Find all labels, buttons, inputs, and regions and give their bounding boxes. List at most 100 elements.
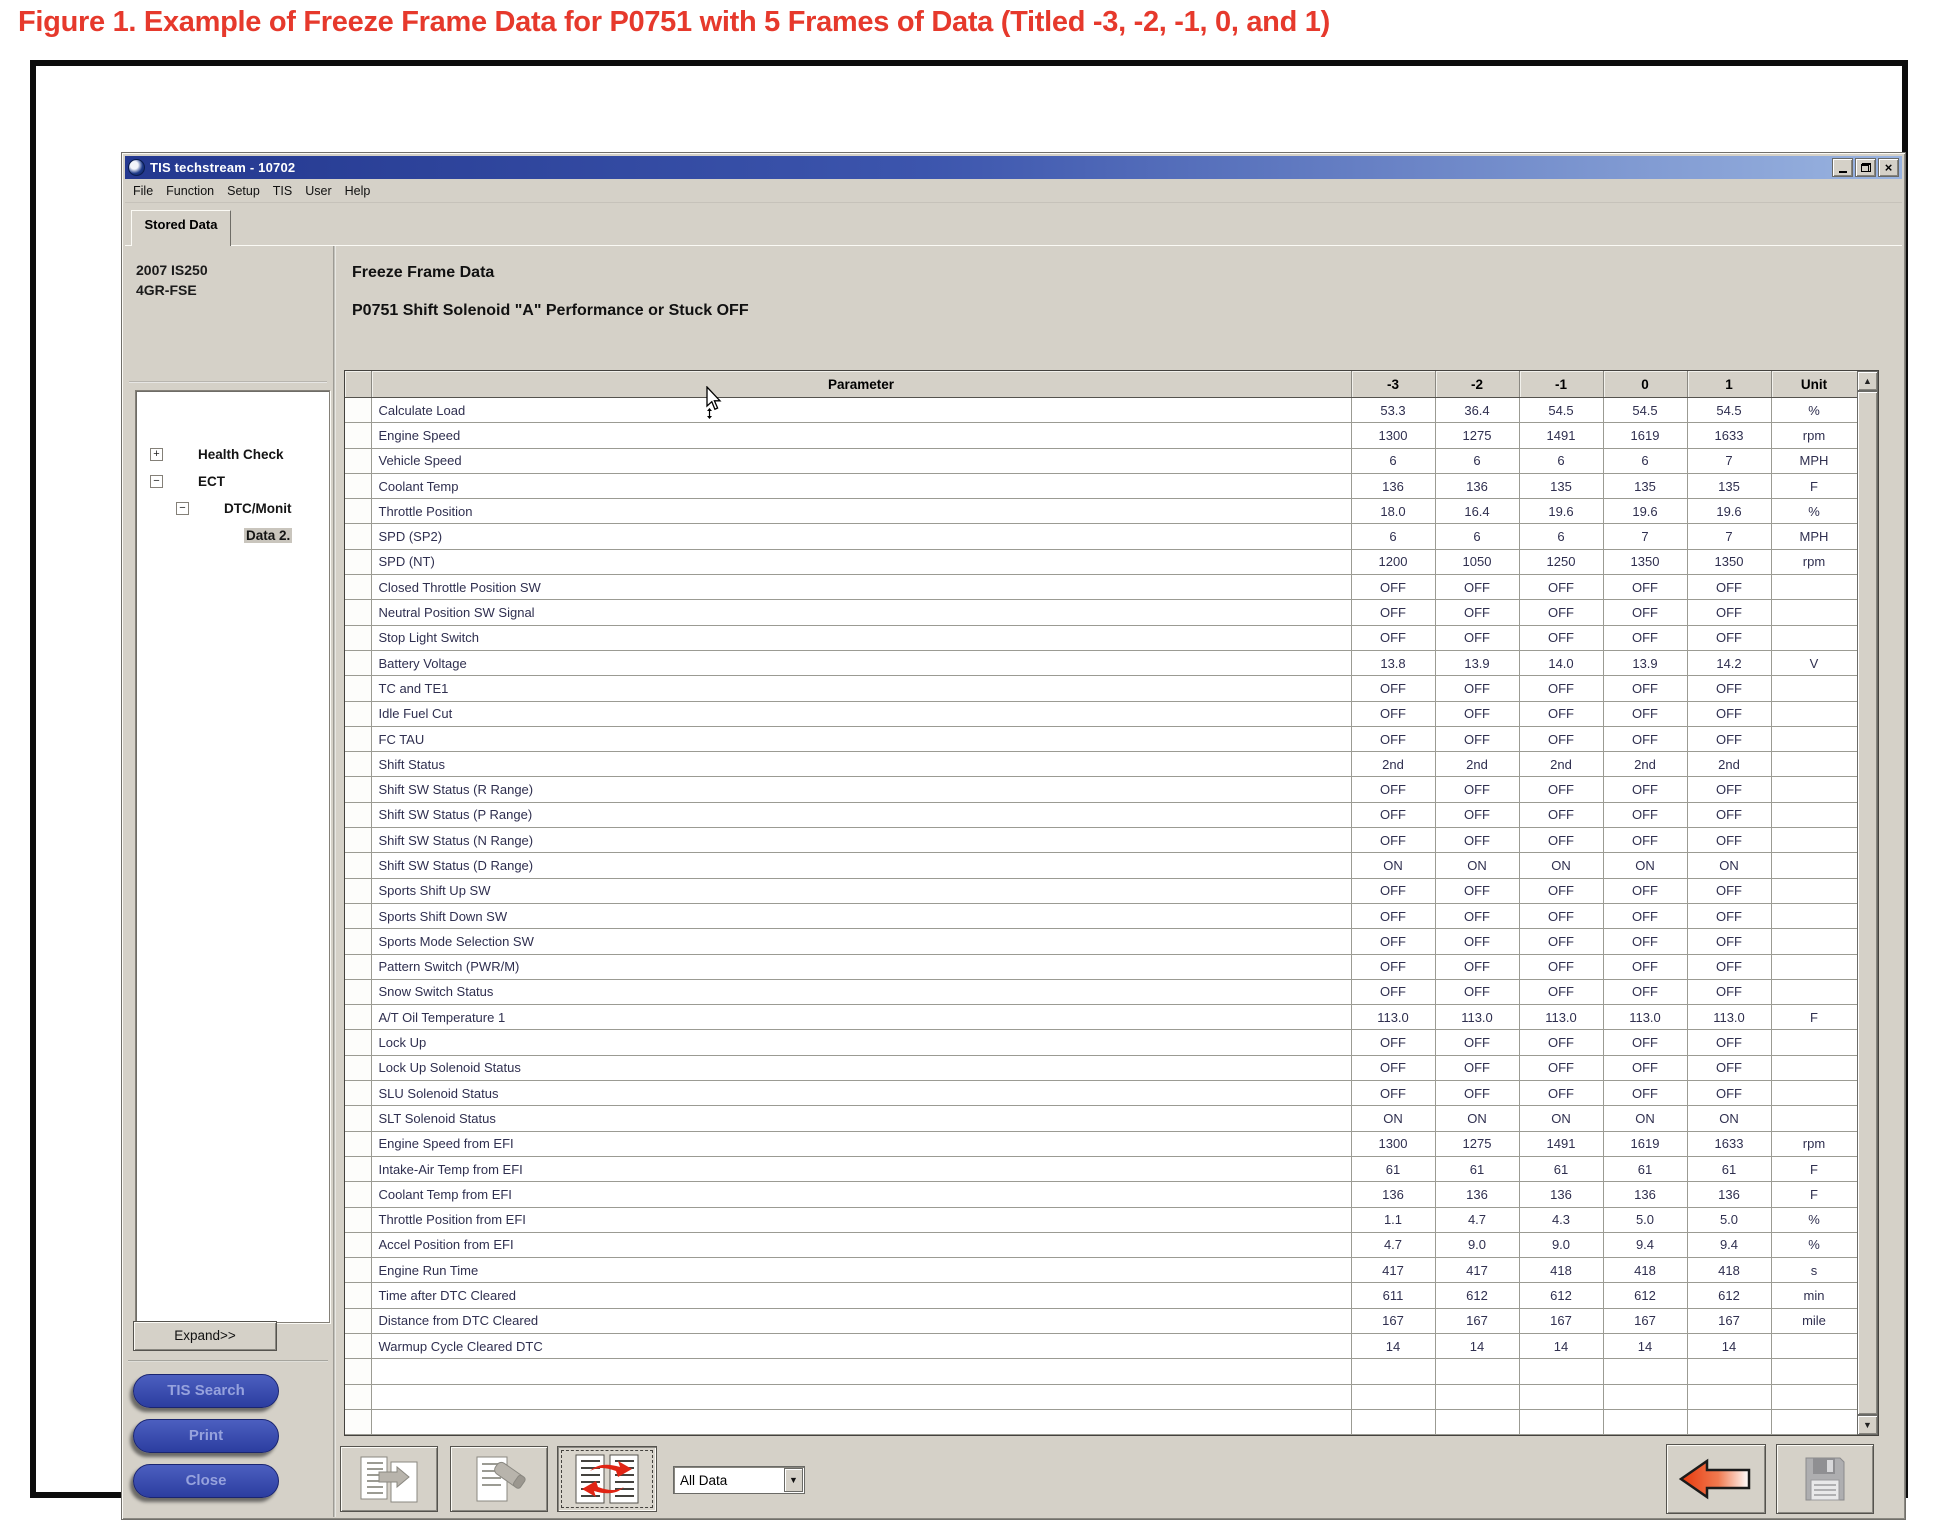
tree-item-health-check[interactable]: +Health Check (136, 443, 329, 470)
table-row: FC TAUOFFOFFOFFOFFOFF (345, 726, 1857, 751)
value-cell: 1491 (1519, 1131, 1603, 1156)
table-row: Shift SW Status (P Range)OFFOFFOFFOFFOFF (345, 802, 1857, 827)
tree-item-ect[interactable]: −ECT (136, 470, 329, 497)
expand-icon[interactable]: + (150, 448, 163, 461)
row-header-cell (345, 398, 371, 423)
value-cell: OFF (1687, 979, 1771, 1004)
value-cell: OFF (1603, 929, 1687, 954)
value-cell (1687, 1359, 1771, 1384)
capture-data-button[interactable] (450, 1446, 548, 1512)
empty-row (345, 1409, 1857, 1434)
value-cell: 19.6 (1687, 499, 1771, 524)
value-cell: OFF (1687, 954, 1771, 979)
collapse-icon[interactable]: − (176, 502, 189, 515)
parameter-cell: SLT Solenoid Status (371, 1106, 1351, 1131)
title-bar[interactable]: TIS techstream - 10702 × (125, 156, 1902, 179)
refresh-icon (572, 1453, 642, 1505)
parameter-cell: Vehicle Speed (371, 448, 1351, 473)
parameter-cell: Closed Throttle Position SW (371, 575, 1351, 600)
value-cell (1435, 1409, 1519, 1434)
table-row: Engine Run Time417417418418418s (345, 1258, 1857, 1283)
unit-cell (1771, 1030, 1857, 1055)
value-cell: 1350 (1687, 549, 1771, 574)
value-cell: 167 (1435, 1308, 1519, 1333)
value-cell: ON (1687, 1106, 1771, 1131)
back-button[interactable] (1666, 1444, 1766, 1514)
table-row: Lock Up Solenoid StatusOFFOFFOFFOFFOFF (345, 1055, 1857, 1080)
tab-stored-data[interactable]: Stored Data (131, 210, 231, 246)
close-button[interactable]: × (1878, 158, 1899, 177)
value-cell: 14.2 (1687, 650, 1771, 675)
table-row: Intake-Air Temp from EFI6161616161F (345, 1156, 1857, 1181)
value-cell: 13.9 (1603, 650, 1687, 675)
collapse-icon[interactable]: − (150, 475, 163, 488)
close-icon: × (1885, 161, 1893, 174)
value-cell: OFF (1435, 1081, 1519, 1106)
menu-item-setup[interactable]: Setup (227, 184, 260, 198)
value-cell: ON (1351, 853, 1435, 878)
scroll-down-button[interactable]: ▼ (1857, 1415, 1878, 1435)
value-cell: OFF (1687, 575, 1771, 600)
copy-data-button[interactable] (340, 1446, 438, 1512)
value-cell: OFF (1435, 878, 1519, 903)
refresh-data-button[interactable] (557, 1446, 657, 1512)
row-header-cell (345, 1005, 371, 1030)
expand-button[interactable]: Expand>> (133, 1321, 277, 1351)
value-cell: 1491 (1519, 423, 1603, 448)
value-cell: OFF (1603, 1081, 1687, 1106)
row-header-cell (345, 929, 371, 954)
restore-button[interactable] (1855, 158, 1876, 177)
unit-cell (1771, 575, 1857, 600)
menu-item-help[interactable]: Help (345, 184, 371, 198)
value-cell: 7 (1603, 524, 1687, 549)
scroll-up-button[interactable]: ▲ (1857, 371, 1878, 391)
window-title: TIS techstream - 10702 (150, 160, 295, 175)
value-cell (1519, 1384, 1603, 1409)
save-button[interactable] (1776, 1444, 1874, 1514)
value-cell: ON (1519, 853, 1603, 878)
row-header-cell (345, 1055, 371, 1080)
tree-item-data-2[interactable]: Data 2. (136, 524, 329, 551)
value-cell: ON (1603, 853, 1687, 878)
table-row: Throttle Position from EFI1.14.74.35.05.… (345, 1207, 1857, 1232)
row-header-cell (345, 499, 371, 524)
value-cell: 167 (1687, 1308, 1771, 1333)
vertical-scrollbar[interactable]: ▲ ▼ (1857, 371, 1878, 1435)
parameter-cell: Shift SW Status (D Range) (371, 853, 1351, 878)
value-cell (1687, 1409, 1771, 1434)
unit-cell (1771, 1409, 1857, 1434)
empty-row (345, 1359, 1857, 1384)
figure-caption: Figure 1. Example of Freeze Frame Data f… (18, 6, 1330, 39)
value-cell: 5.0 (1603, 1207, 1687, 1232)
value-cell: OFF (1603, 802, 1687, 827)
app-icon (128, 159, 145, 176)
chevron-down-icon[interactable]: ▼ (784, 1468, 803, 1492)
scroll-thumb[interactable] (1857, 391, 1878, 1415)
value-cell: 61 (1603, 1156, 1687, 1181)
table-row: Neutral Position SW SignalOFFOFFOFFOFFOF… (345, 600, 1857, 625)
row-header-cell (345, 1030, 371, 1055)
restore-icon (1861, 163, 1871, 172)
menu-item-file[interactable]: File (133, 184, 153, 198)
minimize-button[interactable] (1832, 158, 1853, 177)
tree-item-dtc-monit[interactable]: −DTC/Monit (136, 497, 329, 524)
close-button[interactable]: Close (133, 1464, 279, 1498)
row-header-cell (345, 802, 371, 827)
vehicle-engine: 4GR-FSE (136, 280, 208, 300)
column-header-2: -2 (1435, 371, 1519, 398)
unit-cell (1771, 777, 1857, 802)
menu-item-function[interactable]: Function (166, 184, 214, 198)
tis-search-button[interactable]: TIS Search (133, 1374, 279, 1408)
parameter-cell: Engine Run Time (371, 1258, 1351, 1283)
menu-item-tis[interactable]: TIS (273, 184, 292, 198)
data-filter-select[interactable]: All Data ▼ (673, 1466, 805, 1494)
value-cell: 7 (1687, 448, 1771, 473)
value-cell: OFF (1435, 979, 1519, 1004)
value-cell: OFF (1351, 726, 1435, 751)
menu-item-user[interactable]: User (305, 184, 331, 198)
print-button[interactable]: Print (133, 1419, 279, 1453)
table-row: Engine Speed13001275149116191633rpm (345, 423, 1857, 448)
unit-cell: F (1771, 1182, 1857, 1207)
table-row: Snow Switch StatusOFFOFFOFFOFFOFF (345, 979, 1857, 1004)
tree-items: +Health Check−ECT−DTC/MonitData 2. (136, 443, 329, 551)
